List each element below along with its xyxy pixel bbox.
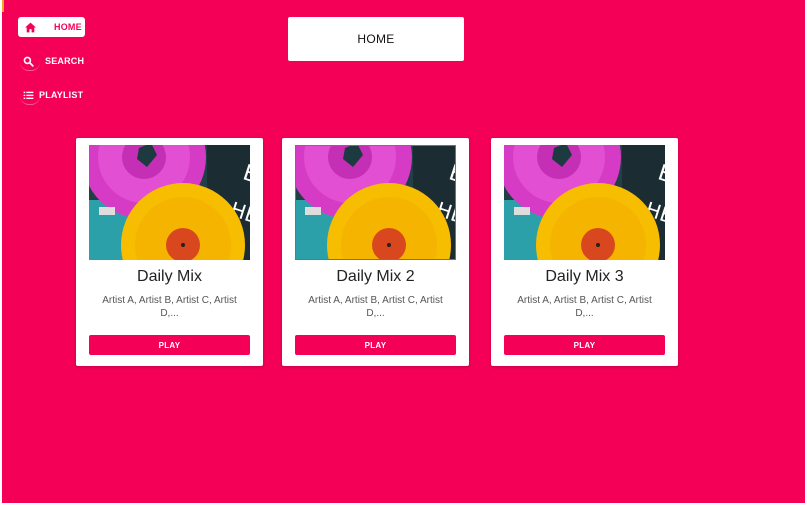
vinyl-records-image: EN HE <box>89 145 250 260</box>
app-background: HOME SEARCH PLAYLIST HOME EN HE Daily Mi… <box>2 0 805 503</box>
nav-ripple-decoration <box>20 96 40 105</box>
play-button[interactable]: PLAY <box>295 335 456 355</box>
nav-item-search[interactable]: SEARCH <box>20 52 85 71</box>
card-title: Daily Mix 3 <box>545 268 624 285</box>
nav-item-search-label: SEARCH <box>45 56 85 66</box>
nav-item-playlist-label: PLAYLIST <box>39 90 84 100</box>
nav-item-home[interactable]: HOME <box>18 17 85 37</box>
card-description: Artist A, Artist B, Artist C, Artist D,.… <box>517 295 652 319</box>
corner-accent <box>2 0 4 12</box>
playlist-card[interactable]: EN HE Daily Mix Artist A, Artist B, Arti… <box>76 138 263 366</box>
card-description: Artist A, Artist B, Artist C, Artist D,.… <box>308 295 443 319</box>
nav-item-home-label: HOME <box>54 22 82 32</box>
home-icon <box>24 21 37 34</box>
vinyl-records-image: EN HE <box>295 145 456 260</box>
play-button[interactable]: PLAY <box>504 335 665 355</box>
nav-item-playlist[interactable]: PLAYLIST <box>20 86 84 105</box>
page-title: HOME <box>288 17 464 61</box>
playlist-card[interactable]: EN HE Daily Mix 3 Artist A, Artist B, Ar… <box>491 138 678 366</box>
card-title: Daily Mix 2 <box>336 268 415 285</box>
nav-ripple-decoration <box>20 62 40 71</box>
vinyl-records-image: EN HE <box>504 145 665 260</box>
play-button[interactable]: PLAY <box>89 335 250 355</box>
card-description: Artist A, Artist B, Artist C, Artist D,.… <box>102 295 237 319</box>
playlist-card[interactable]: EN HE Daily Mix 2 Artist A, Artist B, Ar… <box>282 138 469 366</box>
card-title: Daily Mix <box>137 268 202 285</box>
